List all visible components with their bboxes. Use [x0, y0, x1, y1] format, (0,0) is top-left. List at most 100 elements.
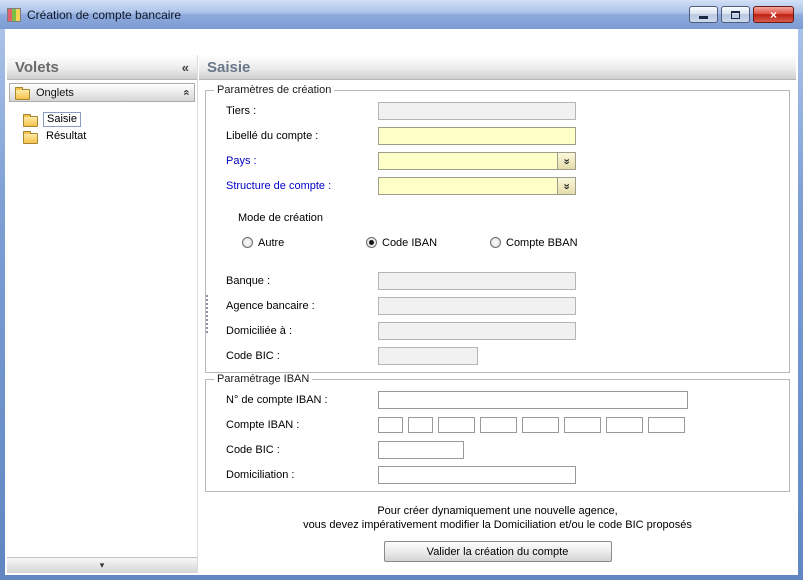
libelle-field[interactable] — [378, 127, 576, 145]
libelle-row: Libellé du compte : — [214, 123, 781, 148]
pays-row: Pays : » — [214, 148, 781, 173]
structure-select[interactable]: » — [378, 177, 576, 195]
collapse-sidebar-icon[interactable]: « — [182, 60, 189, 75]
radio-label: Code IBAN — [382, 237, 437, 249]
iban-segment[interactable] — [522, 417, 559, 433]
iban-group-legend: Paramétrage IBAN — [214, 373, 312, 385]
folder-icon — [23, 133, 38, 144]
folder-icon — [15, 89, 30, 100]
compte-iban-row: Compte IBAN : — [214, 412, 781, 437]
code-bic-label: Code BIC : — [214, 350, 378, 362]
mode-row: Mode de création — [214, 205, 781, 230]
mode-radio-group: Autre Code IBAN Compte BBAN — [214, 230, 781, 255]
numero-iban-label: N° de compte IBAN : — [214, 394, 378, 406]
app-icon — [7, 8, 21, 22]
sidebar-item-resultat[interactable]: Résultat — [23, 128, 197, 145]
client-area: Volets « Onglets » Saisie Résultat ▾ — [5, 29, 798, 575]
help-note: Pour créer dynamiquement une nouvelle ag… — [205, 504, 790, 532]
radio-code-iban[interactable]: Code IBAN — [366, 237, 490, 249]
tree-item-label: Résultat — [43, 130, 89, 143]
structure-row: Structure de compte : » — [214, 173, 781, 198]
minimize-icon — [699, 16, 708, 19]
close-button[interactable]: × — [753, 6, 794, 23]
window-controls: × — [689, 6, 796, 23]
domiciliee-row: Domiciliée à : — [214, 318, 781, 343]
domiciliee-field — [378, 322, 576, 340]
agence-label: Agence bancaire : — [214, 300, 378, 312]
minimize-button[interactable] — [689, 6, 718, 23]
code-bic-field — [378, 347, 478, 365]
radio-icon — [490, 237, 501, 248]
close-icon: × — [770, 8, 777, 22]
creation-group: Paramètres de création Tiers : Libellé d… — [205, 84, 790, 373]
pays-dropdown-button[interactable]: » — [557, 153, 575, 169]
iban-segment[interactable] — [408, 417, 433, 433]
help-note-line2: vous devez impérativement modifier la Do… — [205, 518, 790, 532]
domiciliation-label: Domiciliation : — [214, 469, 378, 481]
banque-label: Banque : — [214, 275, 378, 287]
banque-field — [378, 272, 576, 290]
structure-dropdown-button[interactable]: » — [557, 178, 575, 194]
iban-bic-row: Code BIC : — [214, 437, 781, 462]
radio-label: Autre — [258, 237, 284, 249]
iban-bic-field[interactable] — [378, 441, 464, 459]
maximize-button[interactable] — [721, 6, 750, 23]
sidebar-item-saisie[interactable]: Saisie — [23, 111, 197, 128]
creation-group-legend: Paramètres de création — [214, 84, 334, 96]
radio-icon — [366, 237, 377, 248]
domiciliation-field[interactable] — [378, 466, 576, 484]
validate-account-button[interactable]: Valider la création du compte — [384, 541, 612, 562]
onglets-panel-title: Onglets — [36, 87, 74, 99]
chevron-down-icon: » — [561, 158, 573, 163]
page-title: Saisie — [207, 59, 250, 76]
code-bic-row: Code BIC : — [214, 343, 781, 368]
pays-select[interactable]: » — [378, 152, 576, 170]
domiciliee-label: Domiciliée à : — [214, 325, 378, 337]
titlebar[interactable]: Création de compte bancaire × — [0, 0, 803, 29]
onglets-tree: Saisie Résultat — [7, 102, 197, 145]
banque-row: Banque : — [214, 268, 781, 293]
folder-icon — [23, 116, 38, 127]
sidebar-title: Volets — [15, 59, 59, 76]
maximize-icon — [731, 11, 740, 19]
tiers-label: Tiers : — [214, 105, 378, 117]
iban-segment[interactable] — [564, 417, 601, 433]
chevron-down-icon: » — [561, 183, 573, 188]
agence-field — [378, 297, 576, 315]
radio-icon — [242, 237, 253, 248]
radio-label: Compte BBAN — [506, 237, 578, 249]
tree-item-label: Saisie — [43, 112, 81, 127]
libelle-label: Libellé du compte : — [214, 130, 378, 142]
iban-segment[interactable] — [438, 417, 475, 433]
onglets-panel-bar[interactable]: Onglets » — [9, 83, 195, 102]
iban-segment[interactable] — [378, 417, 403, 433]
main-content: Paramètres de création Tiers : Libellé d… — [199, 80, 796, 573]
help-note-line1: Pour créer dynamiquement une nouvelle ag… — [205, 504, 790, 518]
radio-autre[interactable]: Autre — [242, 237, 366, 249]
compte-iban-label: Compte IBAN : — [214, 419, 378, 431]
tiers-field — [378, 102, 576, 120]
main-panel: Saisie Paramètres de création Tiers : Li… — [199, 55, 796, 573]
radio-compte-bban[interactable]: Compte BBAN — [490, 237, 578, 249]
iban-bic-label: Code BIC : — [214, 444, 378, 456]
mode-label: Mode de création — [214, 212, 323, 224]
sidebar-header: Volets « — [7, 55, 197, 80]
collapse-panel-icon[interactable]: » — [180, 90, 192, 95]
iban-segments — [378, 417, 690, 433]
agence-row: Agence bancaire : — [214, 293, 781, 318]
sidebar: Volets « Onglets » Saisie Résultat ▾ — [7, 55, 198, 573]
sidebar-scroll-down[interactable]: ▾ — [7, 557, 197, 573]
main-header: Saisie — [199, 55, 796, 80]
tiers-row: Tiers : — [214, 98, 781, 123]
window: Création de compte bancaire × Volets « O… — [0, 0, 803, 580]
iban-segment[interactable] — [648, 417, 685, 433]
iban-segment[interactable] — [480, 417, 517, 433]
pays-label: Pays : — [214, 155, 378, 167]
window-title: Création de compte bancaire — [27, 8, 181, 22]
numero-iban-field[interactable] — [378, 391, 688, 409]
iban-group: Paramétrage IBAN N° de compte IBAN : Com… — [205, 373, 790, 492]
numero-iban-row: N° de compte IBAN : — [214, 387, 781, 412]
iban-segment[interactable] — [606, 417, 643, 433]
scroll-down-icon: ▾ — [100, 560, 105, 570]
pays-select-value — [379, 153, 557, 169]
